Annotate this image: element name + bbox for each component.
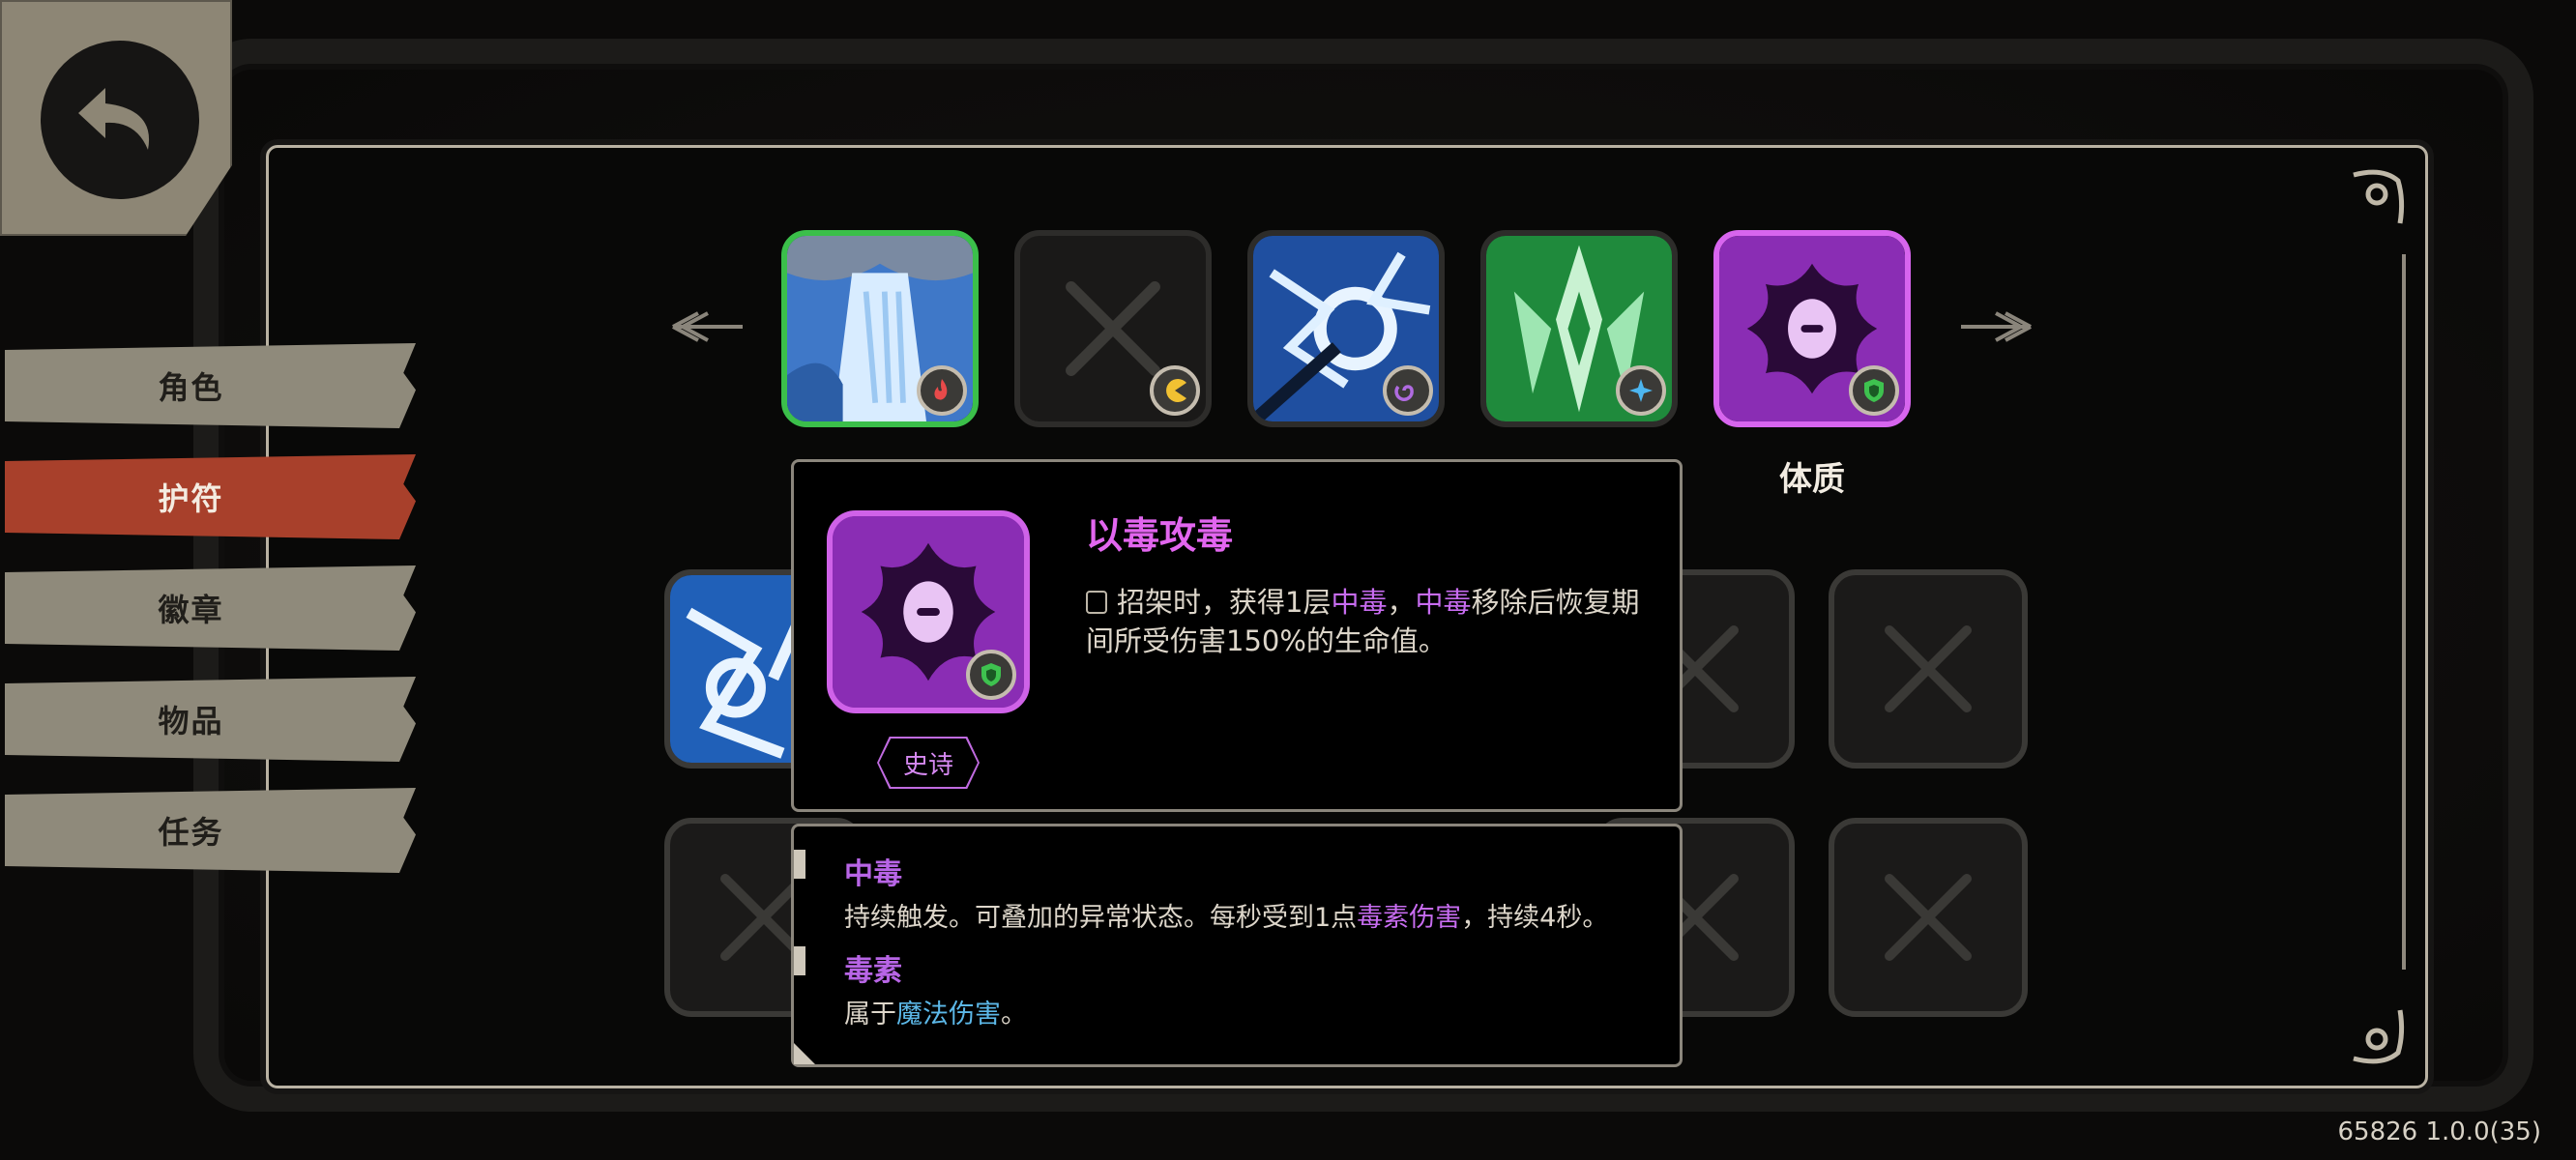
- charm-title: 以毒攻毒: [1086, 514, 1234, 557]
- poison-eye-icon: [827, 510, 1030, 713]
- attribute-slot-agility[interactable]: [1014, 230, 1212, 427]
- tab-quests[interactable]: 任务: [5, 788, 416, 873]
- attribute-slot-constitution[interactable]: [1713, 230, 1911, 427]
- glossary-definition: 属于魔法伤害。: [844, 993, 1027, 1030]
- next-arrow-icon[interactable]: [1957, 307, 2034, 346]
- tab-badge[interactable]: 徽章: [5, 566, 416, 651]
- glossary-text: 持续触发。可叠加的异常状态。每秒受到1点: [844, 903, 1358, 933]
- glossary-text: 属于: [844, 1000, 896, 1030]
- charm-slot-empty[interactable]: [1829, 569, 2028, 768]
- tab-role[interactable]: 角色: [5, 343, 416, 428]
- parry-icon: [1086, 591, 1107, 614]
- keyword-poison: 中毒: [1331, 586, 1388, 619]
- keyword-glossary: 中毒 持续触发。可叠加的异常状态。每秒受到1点毒素伤害，持续4秒。 毒素 属于魔…: [791, 824, 1683, 1067]
- pacman-icon: [1150, 365, 1200, 416]
- corner-marker: [794, 1043, 815, 1064]
- glossary-keyword: 魔法伤害: [896, 1000, 1001, 1030]
- tab-label: 护符: [158, 480, 224, 517]
- charm-description: 招架时，获得1层中毒，中毒移除后恢复期间所受伤害150%的生命值。: [1086, 583, 1656, 660]
- tab-items[interactable]: 物品: [5, 677, 416, 762]
- tab-label: 角色: [158, 369, 224, 406]
- attribute-label: 体质: [1779, 460, 1845, 499]
- version-label: 65826 1.0.0(35): [2337, 1117, 2541, 1146]
- tab-label: 任务: [158, 814, 224, 851]
- corner-ornament-icon: [2344, 1004, 2412, 1072]
- glossary-marker: [794, 946, 805, 975]
- tab-charm[interactable]: 护符: [5, 454, 416, 539]
- sparkle-icon: [1616, 365, 1666, 416]
- rarity-badge: 史诗: [877, 737, 980, 789]
- glossary-keyword: 毒素伤害: [1357, 903, 1462, 933]
- prev-arrow-icon[interactable]: [669, 307, 746, 346]
- shield-icon: [1849, 365, 1899, 416]
- empty-x-icon: [1885, 625, 1972, 712]
- glossary-term: 毒素: [844, 954, 902, 988]
- glossary-text: ，持续4秒。: [1461, 903, 1609, 933]
- fire-icon: [917, 365, 967, 416]
- desc-text: 招架时，获得1层: [1117, 586, 1332, 619]
- charm-slot-empty[interactable]: [1829, 818, 2028, 1017]
- swirl-icon: [1383, 365, 1433, 416]
- glossary-term: 中毒: [844, 857, 902, 891]
- attribute-slot-perception[interactable]: [1480, 230, 1678, 427]
- corner-ornament-icon: [2344, 161, 2412, 229]
- attribute-slot-intelligence[interactable]: [1247, 230, 1445, 427]
- desc-text: ，: [1387, 586, 1416, 619]
- shield-icon: [966, 650, 1016, 700]
- back-button[interactable]: [0, 0, 232, 236]
- glossary-definition: 持续触发。可叠加的异常状态。每秒受到1点毒素伤害，持续4秒。: [844, 896, 1608, 934]
- tab-label: 徽章: [158, 592, 224, 628]
- keyword-poison: 中毒: [1415, 586, 1472, 619]
- glossary-text: 。: [1001, 1000, 1027, 1030]
- glossary-marker: [794, 850, 805, 879]
- charm-tooltip: 以毒攻毒 招架时，获得1层中毒，中毒移除后恢复期间所受伤害150%的生命值。 史…: [791, 459, 1683, 812]
- empty-x-icon: [1885, 874, 1972, 961]
- tab-label: 物品: [158, 703, 224, 740]
- attribute-slot-strength[interactable]: [781, 230, 979, 427]
- back-arrow-icon: [41, 41, 199, 199]
- panel-rail: [2402, 254, 2406, 970]
- rarity-label: 史诗: [879, 739, 978, 787]
